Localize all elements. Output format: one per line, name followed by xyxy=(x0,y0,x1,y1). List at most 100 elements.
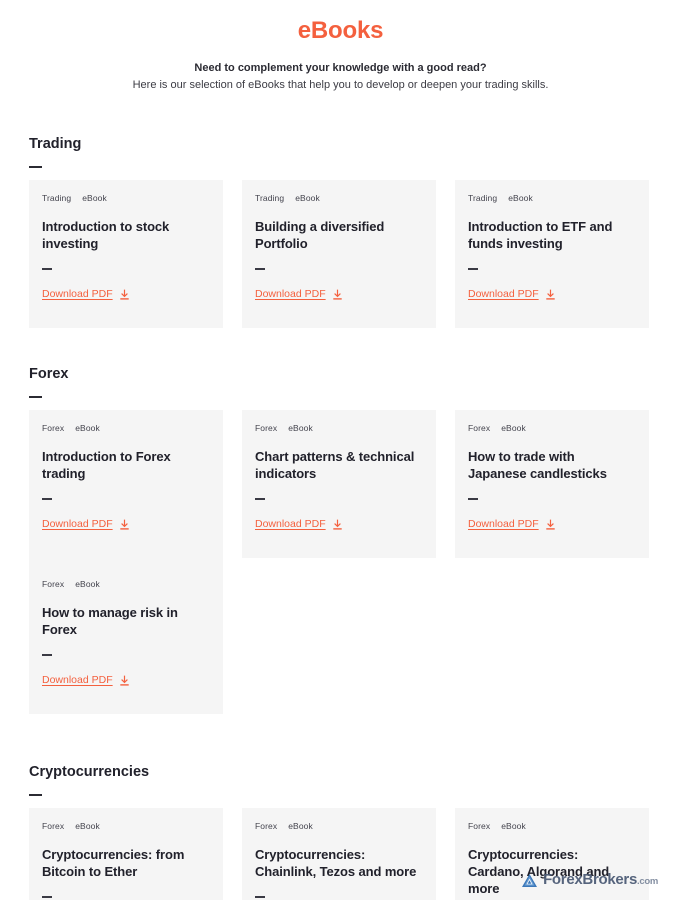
ebook-card[interactable]: Trading eBook Building a diversified Por… xyxy=(242,180,436,328)
ebook-card[interactable]: Trading eBook Introduction to ETF and fu… xyxy=(455,180,649,328)
card-title: Cryptocurrencies: Chainlink, Tezos and m… xyxy=(255,847,417,879)
card-tag-category: Trading xyxy=(42,193,72,203)
card-column: Forex eBook Chart patterns & technical i… xyxy=(242,410,436,558)
card-tag-type: eBook xyxy=(75,423,100,433)
download-pdf-label: Download PDF xyxy=(468,288,539,300)
card-title: How to trade with Japanese candlesticks xyxy=(468,449,607,481)
card-dash-divider xyxy=(468,268,478,270)
card-dash-divider xyxy=(42,498,52,500)
card-column: Trading eBook Introduction to stock inve… xyxy=(29,180,223,328)
download-pdf-link[interactable]: Download PDF xyxy=(255,518,343,531)
card-title: Introduction to ETF and funds investing xyxy=(468,219,613,251)
sections-container: Trading Trading eBook Introduction to st… xyxy=(0,135,681,900)
tag-row: Trading eBook xyxy=(255,193,420,204)
tag-row: Trading eBook xyxy=(468,193,633,204)
card-title: How to manage risk in Forex xyxy=(42,605,178,637)
card-column: Forex eBook How to trade with Japanese c… xyxy=(455,410,649,558)
tag-row: Forex eBook xyxy=(468,423,633,434)
download-pdf-link[interactable]: Download PDF xyxy=(42,674,130,687)
ebook-card[interactable]: Forex eBook Chart patterns & technical i… xyxy=(242,410,436,558)
tag-row: Forex eBook xyxy=(255,821,420,832)
download-pdf-label: Download PDF xyxy=(255,288,326,300)
download-pdf-label: Download PDF xyxy=(42,518,113,530)
section-dash-divider xyxy=(29,794,42,796)
card-column: Trading eBook Building a diversified Por… xyxy=(242,180,436,328)
download-pdf-label: Download PDF xyxy=(42,674,113,686)
card-tag-type: eBook xyxy=(288,821,313,831)
watermark-brand: ForexBrokers xyxy=(543,871,638,888)
download-pdf-label: Download PDF xyxy=(468,518,539,530)
download-pdf-label: Download PDF xyxy=(42,288,113,300)
card-tag-type: eBook xyxy=(75,579,100,589)
card-title: Cryptocurrencies: from Bitcoin to Ether xyxy=(42,847,185,879)
card-dash-divider xyxy=(42,896,52,898)
tag-row: Forex eBook xyxy=(42,821,207,832)
download-pdf-link[interactable]: Download PDF xyxy=(468,288,556,301)
section-dash-divider xyxy=(29,166,42,168)
card-tag-type: eBook xyxy=(295,193,320,203)
card-tag-category: Forex xyxy=(42,579,65,589)
card-title: Introduction to stock investing xyxy=(42,219,170,251)
card-grid: Forex eBook Introduction to Forex tradin… xyxy=(29,410,652,714)
download-pdf-link[interactable]: Download PDF xyxy=(468,518,556,531)
download-icon xyxy=(119,289,129,300)
section-title: Cryptocurrencies xyxy=(29,764,150,780)
watermark-text: ForexBrokers.com xyxy=(543,872,658,890)
card-tag-type: eBook xyxy=(82,193,107,203)
card-dash-divider xyxy=(255,498,265,500)
card-tag-type: eBook xyxy=(501,821,526,831)
ebook-card[interactable]: Trading eBook Introduction to stock inve… xyxy=(29,180,223,328)
tag-row: Forex eBook xyxy=(42,423,207,434)
section-forex: Forex Forex eBook Introduction to Forex … xyxy=(29,365,652,714)
card-tag-category: Trading xyxy=(468,193,498,203)
section-title: Forex xyxy=(29,366,69,382)
section-title: Trading xyxy=(29,136,82,152)
watermark-suffix: .com xyxy=(637,876,658,887)
page-subtitle-strong: Need to complement your knowledge with a… xyxy=(194,62,487,74)
ebook-card[interactable]: Forex eBook How to manage risk in Forex … xyxy=(29,566,223,714)
card-tag-category: Forex xyxy=(468,821,491,831)
card-tag-category: Forex xyxy=(42,423,65,433)
card-column: Forex eBook Cryptocurrencies: from Bitco… xyxy=(29,808,223,900)
ebook-card[interactable]: Forex eBook Cryptocurrencies: from Bitco… xyxy=(29,808,223,900)
ebook-card[interactable]: Forex eBook Cryptocurrencies: Chainlink,… xyxy=(242,808,436,900)
download-pdf-link[interactable]: Download PDF xyxy=(255,288,343,301)
card-tag-type: eBook xyxy=(501,423,526,433)
card-dash-divider xyxy=(42,268,52,270)
download-pdf-link[interactable]: Download PDF xyxy=(42,518,130,531)
download-pdf-link[interactable]: Download PDF xyxy=(42,288,130,301)
card-title: Introduction to Forex trading xyxy=(42,449,171,481)
download-icon xyxy=(332,289,342,300)
section-trading: Trading Trading eBook Introduction to st… xyxy=(29,135,652,328)
card-grid: Trading eBook Introduction to stock inve… xyxy=(29,180,652,328)
card-column: Forex eBook Introduction to Forex tradin… xyxy=(29,410,223,714)
download-icon xyxy=(119,519,129,530)
card-dash-divider xyxy=(255,896,265,898)
ebooks-page: eBooks Need to complement your knowledge… xyxy=(0,0,681,900)
card-tag-type: eBook xyxy=(75,821,100,831)
card-tag-category: Trading xyxy=(255,193,285,203)
card-dash-divider xyxy=(42,654,52,656)
card-title: Chart patterns & technical indicators xyxy=(255,449,415,481)
tag-row: Forex eBook xyxy=(42,579,207,590)
card-column: Trading eBook Introduction to ETF and fu… xyxy=(455,180,649,328)
section-dash-divider xyxy=(29,396,42,398)
ebook-card[interactable]: Forex eBook How to trade with Japanese c… xyxy=(455,410,649,558)
card-tag-category: Forex xyxy=(255,821,278,831)
download-pdf-label: Download PDF xyxy=(255,518,326,530)
page-header: eBooks Need to complement your knowledge… xyxy=(0,0,681,93)
card-tag-category: Forex xyxy=(42,821,65,831)
card-dash-divider xyxy=(255,268,265,270)
watermark: ForexBrokers.com xyxy=(521,872,658,890)
page-subtitle-regular: Here is our selection of eBooks that hel… xyxy=(132,79,549,91)
download-icon xyxy=(119,675,129,686)
ebook-card[interactable]: Forex eBook Introduction to Forex tradin… xyxy=(29,410,223,566)
card-tag-type: eBook xyxy=(288,423,313,433)
download-icon xyxy=(545,519,555,530)
card-title: Building a diversified Portfolio xyxy=(255,219,385,251)
card-dash-divider xyxy=(468,498,478,500)
card-tag-type: eBook xyxy=(508,193,533,203)
tag-row: Forex eBook xyxy=(255,423,420,434)
